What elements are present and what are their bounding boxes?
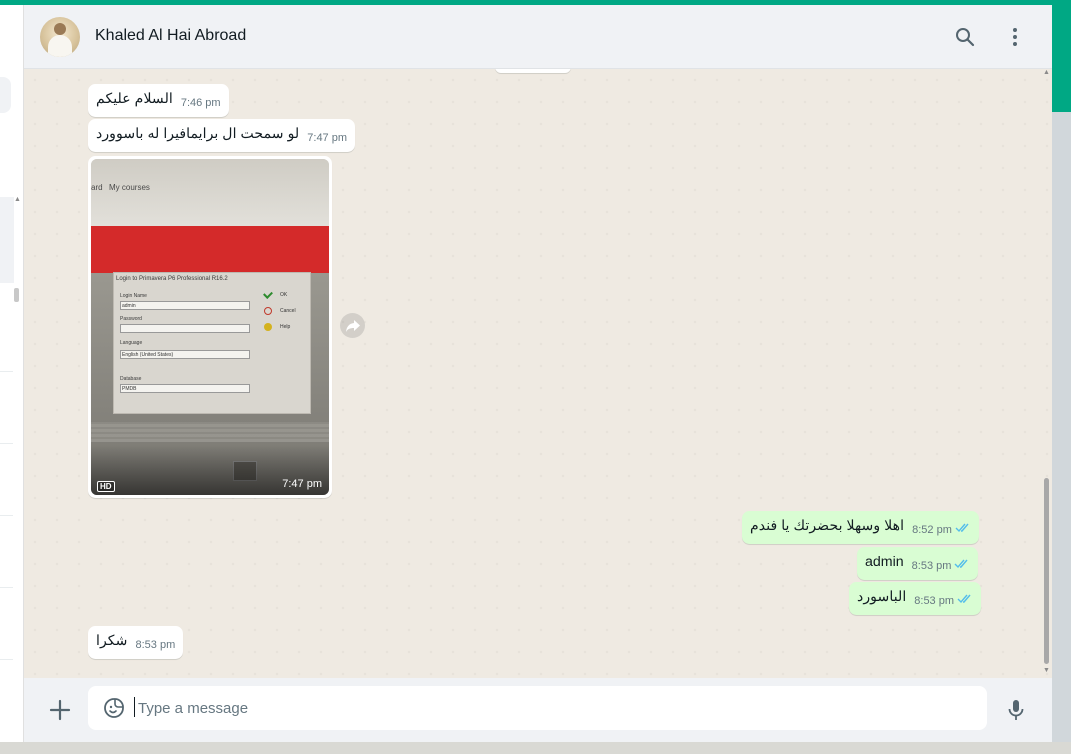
window-edge-accent [1052, 5, 1071, 112]
forward-icon[interactable] [340, 313, 365, 338]
photo-dialog-title: Login to Primavera P6 Professional R16.2 [116, 276, 228, 282]
photo-cancel-label: Cancel [280, 308, 296, 314]
message-incoming[interactable]: لو سمحت ال برايمافيرا له باسوورد 7:47 pm [88, 119, 356, 152]
kebab-menu-icon[interactable] [1003, 25, 1027, 49]
message-text: شكرا [96, 633, 128, 649]
photo-login-name-label: Login Name [120, 293, 147, 299]
message-time: 7:47 pm [282, 478, 322, 490]
read-ticks-icon [954, 556, 970, 569]
message-incoming[interactable]: السلام عليكم 7:46 pm [88, 84, 229, 117]
text-caret [134, 697, 135, 717]
sidebar-divider [0, 515, 13, 516]
photo-footer-text-blur [91, 422, 329, 442]
photo-help-button: Help [262, 321, 308, 333]
message-text: السلام عليكم [96, 91, 173, 107]
message-text: لو سمحت ال برايمافيرا له باسوورد [96, 126, 300, 142]
sidebar-divider [0, 371, 13, 372]
avatar-robe-shape [48, 35, 72, 57]
message-input[interactable] [138, 686, 958, 730]
photo-ok-button: OK [262, 289, 308, 301]
photo-password-label: Password [120, 316, 142, 322]
chat-list-sidebar-edge: ▲ [0, 5, 24, 742]
photo-password-field [120, 324, 250, 333]
hd-badge: HD [97, 481, 115, 492]
message-time: 7:46 pm [180, 97, 221, 109]
photo-login-name-field: admin [120, 301, 250, 310]
scroll-up-arrow[interactable]: ▲ [1043, 69, 1050, 76]
date-divider-stub [495, 69, 571, 73]
message-time: 8:53 pm [914, 595, 955, 607]
sidebar-divider [0, 659, 13, 660]
message-outgoing[interactable]: admin 8:53 pm [857, 547, 979, 580]
chat-pane: Khaled Al Hai Abroad السلام عليكم 7:46 pm… [24, 5, 1052, 742]
photo-cancel-button: Cancel [262, 305, 308, 317]
read-ticks-icon [957, 591, 973, 604]
message-scrollbar[interactable]: ▲ ▼ [1042, 69, 1052, 678]
message-time: 7:47 pm [307, 132, 348, 144]
photo-ok-label: OK [280, 292, 288, 298]
message-time: 8:52 pm [912, 524, 952, 536]
image-preview[interactable]: ard My courses Login to Primavera P6 Pro… [91, 159, 329, 495]
cancel-icon [264, 307, 272, 315]
message-text: admin [865, 554, 904, 570]
message-incoming[interactable]: شكرا 8:53 pm [88, 626, 184, 659]
photo-breadcrumb: ard [91, 183, 103, 192]
scroll-down-arrow[interactable]: ▼ [1043, 667, 1050, 674]
sidebar-scrollbar-thumb[interactable] [14, 288, 19, 302]
search-icon[interactable] [953, 25, 977, 49]
message-outgoing[interactable]: اهلا وسهلا بحضرتك يا فندم 8:52 pm [742, 511, 979, 544]
photo-database-field: PMDB [120, 384, 250, 393]
photo-help-label: Help [280, 324, 291, 330]
help-icon [264, 323, 272, 331]
photo-database-label: Database [120, 376, 142, 382]
microphone-icon[interactable] [1004, 698, 1028, 722]
plus-icon[interactable] [48, 698, 72, 722]
photo-login-dialog: Login to Primavera P6 Professional R16.2… [113, 272, 311, 414]
message-time: 8:53 pm [135, 639, 176, 651]
sidebar-divider [0, 587, 13, 588]
message-composer [24, 678, 1052, 742]
contact-avatar[interactable] [40, 17, 80, 57]
read-ticks-icon [955, 520, 971, 533]
contact-name[interactable]: Khaled Al Hai Abroad [95, 27, 246, 45]
message-list[interactable]: السلام عليكم 7:46 pm لو سمحت ال برايمافير… [24, 69, 1052, 678]
avatar-head-shape [54, 23, 66, 35]
message-input-box[interactable] [88, 686, 987, 730]
window-bottom-edge [0, 742, 1071, 754]
check-icon [263, 289, 273, 299]
photo-browser-bar [91, 159, 329, 226]
message-text: الباسورد [857, 589, 907, 605]
sidebar-divider [0, 443, 13, 444]
sidebar-search-edge[interactable] [0, 77, 11, 113]
photo-language-label: Language [120, 340, 143, 346]
message-outgoing[interactable]: الباسورد 8:53 pm [849, 582, 982, 615]
photo-courses-link: My courses [109, 183, 150, 192]
message-text: اهلا وسهلا بحضرتك يا فندم [750, 518, 905, 534]
emoji-sticker-icon[interactable] [102, 696, 126, 720]
photo-language-field: English (United States) [120, 350, 250, 359]
chat-header: Khaled Al Hai Abroad [24, 5, 1052, 69]
sidebar-selected-chat-edge[interactable] [0, 197, 14, 283]
photo-red-banner [91, 226, 329, 273]
message-time: 8:53 pm [911, 560, 952, 572]
image-message[interactable]: ard My courses Login to Primavera P6 Pro… [88, 156, 332, 498]
window-edge [1052, 112, 1071, 742]
scrollbar-thumb[interactable] [1044, 478, 1049, 664]
sidebar-scroll-up-arrow[interactable]: ▲ [14, 196, 21, 203]
